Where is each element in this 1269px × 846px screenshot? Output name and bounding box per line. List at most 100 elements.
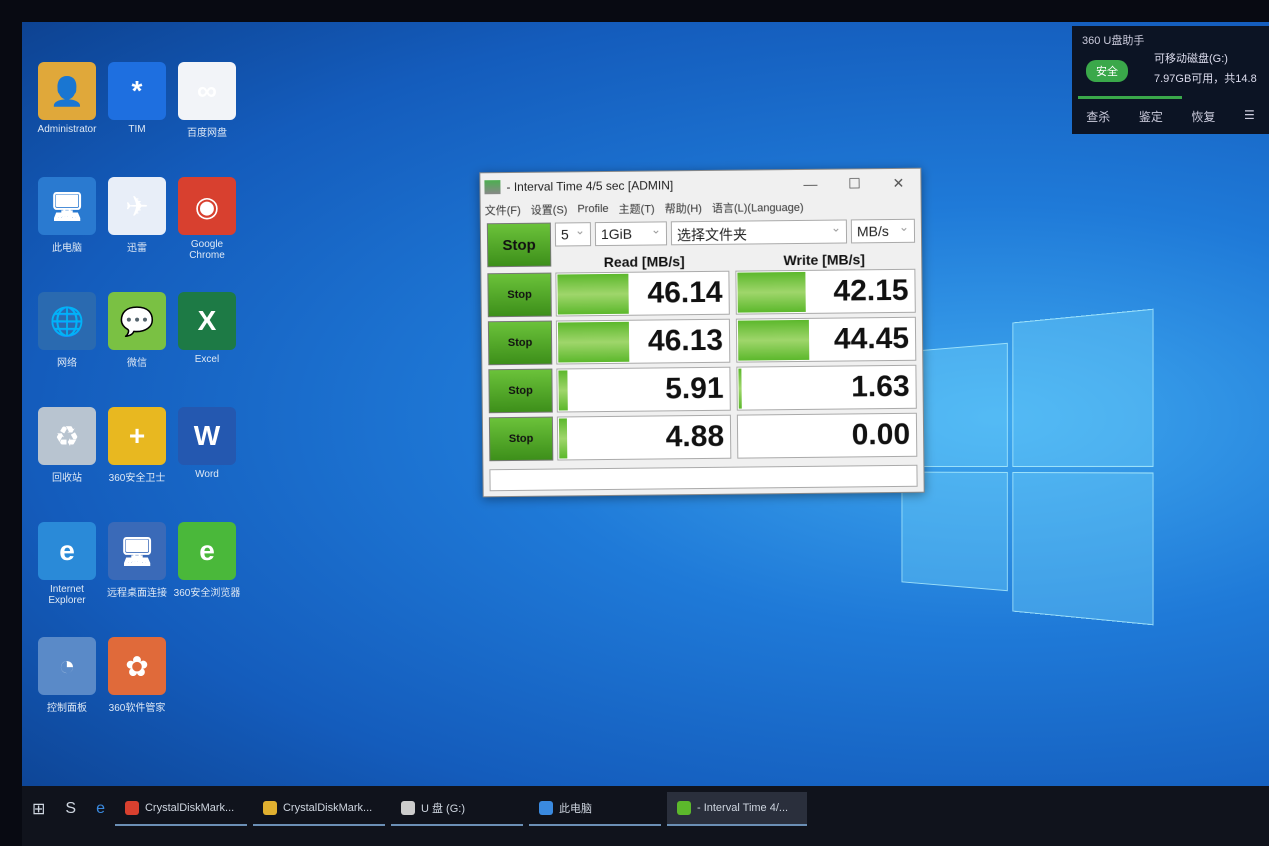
read-bar bbox=[557, 273, 630, 315]
app-icon: 💬 bbox=[108, 292, 166, 350]
menu-bar: 文件(F) 设置(S) Profile 主题(T) 帮助(H) 语言(L)(Languag… bbox=[481, 197, 921, 220]
desktop-icon[interactable]: * TIM bbox=[102, 62, 172, 135]
desktop-icon[interactable]: +360安全卫士 bbox=[102, 407, 172, 484]
safe-badge: 安全 bbox=[1086, 60, 1128, 82]
desktop-icon[interactable]: ✿ 360软件管家 bbox=[102, 637, 172, 714]
write-value: 44.45 bbox=[833, 321, 910, 356]
menu-item[interactable]: Profile bbox=[577, 203, 608, 215]
desktop-icon[interactable]: ♻ 回收站 bbox=[32, 407, 102, 484]
menu-item[interactable]: 语言(L)(Language) bbox=[712, 199, 804, 216]
menu-item[interactable]: 帮助(H) bbox=[665, 200, 702, 216]
usb-action-button[interactable]: 鉴定 bbox=[1139, 108, 1163, 125]
desktop-icon-label: Internet Explorer bbox=[48, 584, 86, 606]
write-header: Write [MB/s] bbox=[783, 251, 866, 269]
desktop-icon[interactable]: 🌐 网络 bbox=[32, 292, 102, 369]
close-button[interactable]: ✕ bbox=[876, 174, 920, 191]
taskbar-item-label: 此电脑 bbox=[558, 803, 592, 815]
desktop-icon[interactable]: 🖥 远程桌面连接 bbox=[102, 522, 172, 599]
read-result: 5.91 bbox=[556, 366, 731, 413]
app-icon: e bbox=[38, 522, 96, 580]
desktop-icon[interactable]: 🖥 此电脑 bbox=[32, 177, 102, 254]
desktop-icon-label: TIM bbox=[128, 124, 146, 135]
test-stop-button[interactable]: Stop bbox=[487, 272, 552, 318]
desktop-icon[interactable]: ◉ Google Chrome bbox=[172, 177, 242, 261]
drive-name: 可移动磁盘(G:) bbox=[1154, 53, 1228, 65]
minimize-button[interactable]: — bbox=[788, 175, 832, 192]
read-result: 46.13 bbox=[555, 318, 731, 365]
taskbar-item-label: U 盘 (G:) bbox=[420, 803, 465, 815]
app-icon: ∞ bbox=[178, 62, 236, 120]
desktop-icon-label: 远程桌面连接 bbox=[107, 588, 167, 599]
app-icon: 🖥 bbox=[38, 177, 96, 235]
write-value: 42.15 bbox=[833, 273, 909, 308]
usb-action-button[interactable]: 查杀 bbox=[1086, 108, 1110, 125]
windows-icon: ⊞ bbox=[32, 801, 46, 818]
menu-item[interactable]: 文件(F) bbox=[485, 202, 521, 218]
app-icon: ♻ bbox=[38, 407, 96, 465]
desktop-icon[interactable]: e 360安全浏览器 bbox=[172, 522, 242, 599]
desktop-icon-label: 360安全浏览器 bbox=[173, 588, 241, 599]
write-value: 1.63 bbox=[851, 369, 910, 404]
desktop-icon[interactable]: W Word bbox=[172, 407, 242, 480]
window-title: - Interval Time 4/5 sec [ADMIN] bbox=[506, 178, 674, 195]
menu-item[interactable]: 主题(T) bbox=[619, 200, 655, 216]
desktop-icon-label: 控制面板 bbox=[47, 703, 87, 714]
computer-icon bbox=[538, 801, 553, 815]
usb-action-button[interactable]: 恢复 bbox=[1191, 108, 1215, 125]
folder-select[interactable]: 选择文件夹 bbox=[670, 219, 848, 246]
app-icon: 👤 bbox=[38, 62, 96, 120]
desktop-icon[interactable]: ◔ 控制面板 bbox=[32, 637, 102, 714]
crystaldiskmark-icon bbox=[676, 801, 691, 815]
taskbar-item[interactable]: - Interval Time 4/... bbox=[666, 792, 807, 826]
stop-all-button[interactable]: Stop bbox=[486, 222, 552, 268]
maximize-button[interactable]: ☐ bbox=[832, 175, 876, 192]
app-icon: X bbox=[178, 292, 236, 350]
unit-select[interactable]: MB/s bbox=[850, 218, 916, 244]
desktop-icon[interactable]: X Excel bbox=[172, 292, 242, 365]
count-select[interactable]: 5 bbox=[554, 222, 592, 247]
taskbar-item-label: CrystalDiskMark... bbox=[144, 802, 235, 814]
test-stop-button[interactable]: Stop bbox=[488, 368, 553, 414]
edge-icon: e bbox=[96, 800, 105, 817]
app-icon: ◉ bbox=[178, 177, 236, 235]
app-icon: e bbox=[178, 522, 236, 580]
read-value: 5.91 bbox=[665, 371, 724, 406]
desktop-icon-label: 微信 bbox=[127, 358, 147, 369]
desktop-icon[interactable]: ∞ 百度网盘 bbox=[172, 62, 242, 139]
desktop-icon-label: 360安全卫士 bbox=[108, 473, 166, 484]
write-bar bbox=[737, 271, 806, 313]
write-result: 0.00 bbox=[736, 412, 918, 459]
desktop-icon-label: 百度网盘 bbox=[187, 128, 227, 139]
size-select[interactable]: 1GiB bbox=[594, 221, 668, 247]
desktop-icon-label: 360软件管家 bbox=[108, 703, 166, 714]
usb-helper-widget: 360 U盘助手 安全 可移动磁盘(G:) 7.97GB可用，共14.8 查杀鉴… bbox=[1072, 26, 1269, 134]
desktop-icon-label: Excel bbox=[194, 354, 220, 365]
write-result: 1.63 bbox=[736, 364, 917, 411]
write-result: 44.45 bbox=[735, 316, 917, 363]
read-header: Read [MB/s] bbox=[603, 253, 685, 271]
folder-icon bbox=[262, 801, 277, 815]
read-value: 46.13 bbox=[647, 323, 724, 358]
desktop-icon[interactable]: 💬 微信 bbox=[102, 292, 172, 369]
app-icon: ◔ bbox=[38, 637, 96, 695]
app-icon: 🌐 bbox=[38, 292, 96, 350]
desktop-icon-label: 回收站 bbox=[52, 473, 82, 484]
taskbar-item[interactable]: U 盘 (G:) bbox=[390, 792, 523, 826]
test-stop-button[interactable]: Stop bbox=[487, 320, 553, 366]
taskbar-item-label: - Interval Time 4/... bbox=[696, 802, 789, 814]
usb-action-button[interactable]: ☰ bbox=[1244, 108, 1255, 125]
360-icon: S bbox=[65, 800, 77, 817]
app-icon bbox=[484, 180, 501, 195]
taskbar-item[interactable]: 此电脑 bbox=[528, 792, 661, 826]
taskbar-item[interactable]: CrystalDiskMark... bbox=[252, 792, 385, 826]
menu-item[interactable]: 设置(S) bbox=[531, 201, 568, 217]
start-button[interactable]: ⊞ bbox=[22, 792, 55, 826]
desktop-icon[interactable]: 👤 Administrator bbox=[32, 62, 102, 135]
test-stop-button[interactable]: Stop bbox=[488, 416, 554, 462]
360-button[interactable]: S bbox=[55, 792, 86, 826]
read-bar bbox=[557, 321, 630, 363]
edge-button[interactable]: e bbox=[86, 792, 115, 826]
desktop-icon[interactable]: e Internet Explorer bbox=[32, 522, 102, 606]
taskbar-item[interactable]: CrystalDiskMark... bbox=[114, 792, 247, 826]
desktop-icon[interactable]: ✈ 迅雷 bbox=[102, 177, 172, 254]
